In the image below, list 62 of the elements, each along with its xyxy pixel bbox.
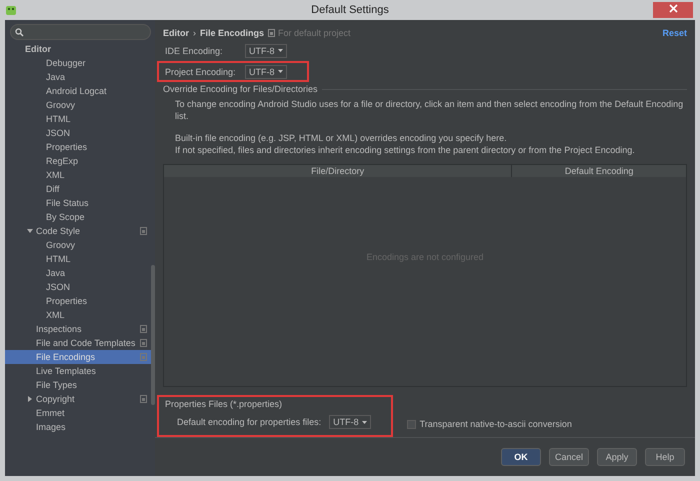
tree-item[interactable]: JSON	[5, 280, 155, 294]
search-field[interactable]	[10, 24, 151, 40]
project-icon	[268, 29, 276, 37]
dialog-button[interactable]: OK	[501, 448, 541, 466]
tree-item[interactable]: Inspections	[5, 322, 155, 336]
tree-item[interactable]: HTML	[5, 112, 155, 126]
encoding-dropdown[interactable]: UTF-8	[245, 64, 286, 78]
tree-item[interactable]: Groovy	[5, 238, 155, 252]
tree-item[interactable]: Diff	[5, 182, 155, 196]
description-text: To change encoding Android Studio uses for a file or directory, click an item and then select encoding from the Default Encoding list.	[174, 98, 684, 122]
checkbox-label: Transparent native-to-ascii conversion	[420, 419, 572, 429]
breadcrumb-separator: ›	[193, 28, 196, 38]
tree-item[interactable]: Debugger	[5, 56, 155, 70]
column-header[interactable]: File/Directory	[164, 165, 512, 177]
column-header[interactable]: Default Encoding	[512, 165, 686, 177]
search-icon	[15, 28, 24, 36]
tree-item[interactable]: XML	[5, 308, 155, 322]
field-label: Project Encoding:	[165, 66, 237, 76]
tree-item[interactable]: Live Templates	[5, 364, 155, 378]
tree-item[interactable]: Groovy	[5, 98, 155, 112]
app-icon	[5, 4, 17, 16]
tree-item[interactable]: File Types	[5, 378, 155, 392]
breadcrumb-parent[interactable]: Editor	[163, 28, 189, 38]
tree-item[interactable]: Code Style	[5, 224, 155, 238]
tree-item[interactable]: Properties	[5, 140, 155, 154]
tree-item[interactable]: Emmet	[5, 406, 155, 420]
tree-item[interactable]: By Scope	[5, 210, 155, 224]
tree-item[interactable]: Java	[5, 70, 155, 84]
expanded-arrow-icon[interactable]	[27, 228, 33, 234]
tree-item[interactable]: File Status	[5, 196, 155, 210]
dialog-button[interactable]: Cancel	[549, 448, 589, 466]
collapsed-arrow-icon[interactable]	[27, 396, 33, 402]
caret-icon[interactable]	[278, 49, 282, 52]
section-title: Override Encoding for Files/Directories	[163, 84, 318, 94]
breadcrumb-current: File Encodings	[200, 28, 264, 38]
tree-item[interactable]: Android Logcat	[5, 84, 155, 98]
tree-item[interactable]: Properties	[5, 294, 155, 308]
caret-icon[interactable]	[362, 420, 367, 424]
field-label: Default encoding for properties files:	[177, 417, 322, 427]
close-icon[interactable]	[668, 4, 678, 13]
description-text: Built-in file encoding (e.g. JSP, HTML or XML) overrides encoding you specify here. If not specified, files and directories inherit encoding settings from the parent directory or from the Project Encoding.	[174, 132, 636, 156]
field-label: IDE Encoding:	[165, 46, 224, 56]
section-title: Properties Files (*.properties)	[165, 399, 284, 409]
dialog-button[interactable]: Help	[645, 448, 685, 466]
tree-item[interactable]: Copyright	[5, 392, 155, 406]
checkbox[interactable]	[406, 420, 416, 428]
tree-item[interactable]: File and Code Templates	[5, 336, 155, 350]
tree-item[interactable]: JSON	[5, 126, 155, 140]
encoding-dropdown[interactable]: UTF-8	[245, 44, 286, 58]
caret-icon[interactable]	[278, 70, 282, 73]
tree-header[interactable]: Editor	[5, 42, 155, 56]
reset-link[interactable]: Reset	[662, 28, 687, 38]
close-button[interactable]	[653, 2, 693, 18]
tree-item[interactable]: RegExp	[5, 154, 155, 168]
tree-item[interactable]: HTML	[5, 252, 155, 266]
tree-item[interactable]: Images	[5, 420, 155, 434]
scope-label: For default project	[278, 28, 351, 38]
dialog-button[interactable]: Apply	[597, 448, 637, 466]
tree-item[interactable]: Java	[5, 266, 155, 280]
window-title: Default Settings	[310, 4, 390, 16]
encoding-dropdown[interactable]: UTF-8	[329, 415, 371, 429]
tree-item[interactable]: XML	[5, 168, 155, 182]
